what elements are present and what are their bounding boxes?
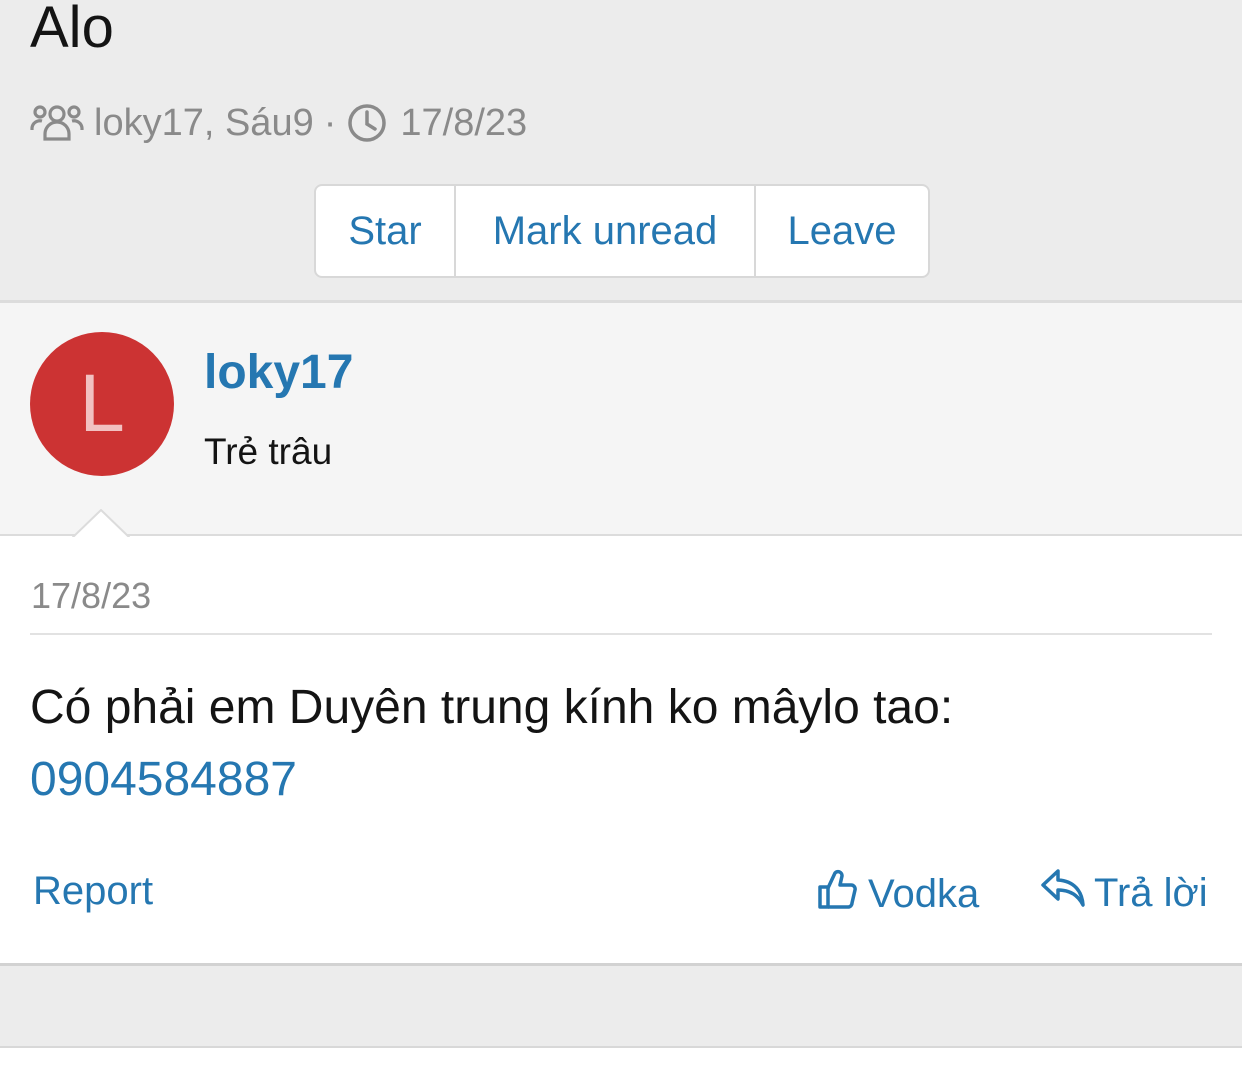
message-date[interactable]: 17/8/23 [31,575,151,617]
user-title: Trẻ trâu [204,431,333,472]
avatar[interactable]: L [30,332,174,476]
username-link[interactable]: loky17 [204,345,353,400]
user-block-arrow [72,509,130,539]
conversation-actions: Star Mark unread Leave [314,184,930,278]
reply-button[interactable]: Trả lời [1040,867,1208,919]
like-label: Vodka [868,871,980,916]
conversation-header: Alo loky17, Sáu9 · 17/8/23 Star Mark unr… [0,0,1242,300]
conversation-title: Alo [30,0,114,60]
meta-separator: · [323,101,337,144]
message-card: L loky17 Trẻ trâu 17/8/23 Có phải em Duy… [0,300,1242,966]
star-button[interactable]: Star [316,186,456,276]
phone-link[interactable]: 0904584887 [30,747,1212,813]
conversation-date: 17/8/23 [400,101,528,144]
reply-icon [1040,867,1094,919]
users-icon [30,103,84,143]
message-footer: Report Vodka Trả lời [0,863,1242,923]
leave-button[interactable]: Leave [756,186,928,276]
message-text: Có phải em Duyên trung kính ko mâylo tao… [30,681,954,734]
message-user-block: L loky17 Trẻ trâu [0,303,1242,536]
reply-label: Trả lời [1094,870,1208,915]
conversation-meta: loky17, Sáu9 · 17/8/23 [30,98,527,148]
message-divider [30,633,1212,635]
clock-icon [346,102,388,144]
report-link[interactable]: Report [33,869,153,914]
page-bottom-edge [0,1046,1242,1070]
participants-text[interactable]: loky17, Sáu9 [94,102,314,145]
message-body: Có phải em Duyên trung kính ko mâylo tao… [30,675,1212,813]
like-button[interactable]: Vodka [816,867,979,921]
thumbs-up-icon [816,867,868,921]
mark-unread-button[interactable]: Mark unread [456,186,756,276]
